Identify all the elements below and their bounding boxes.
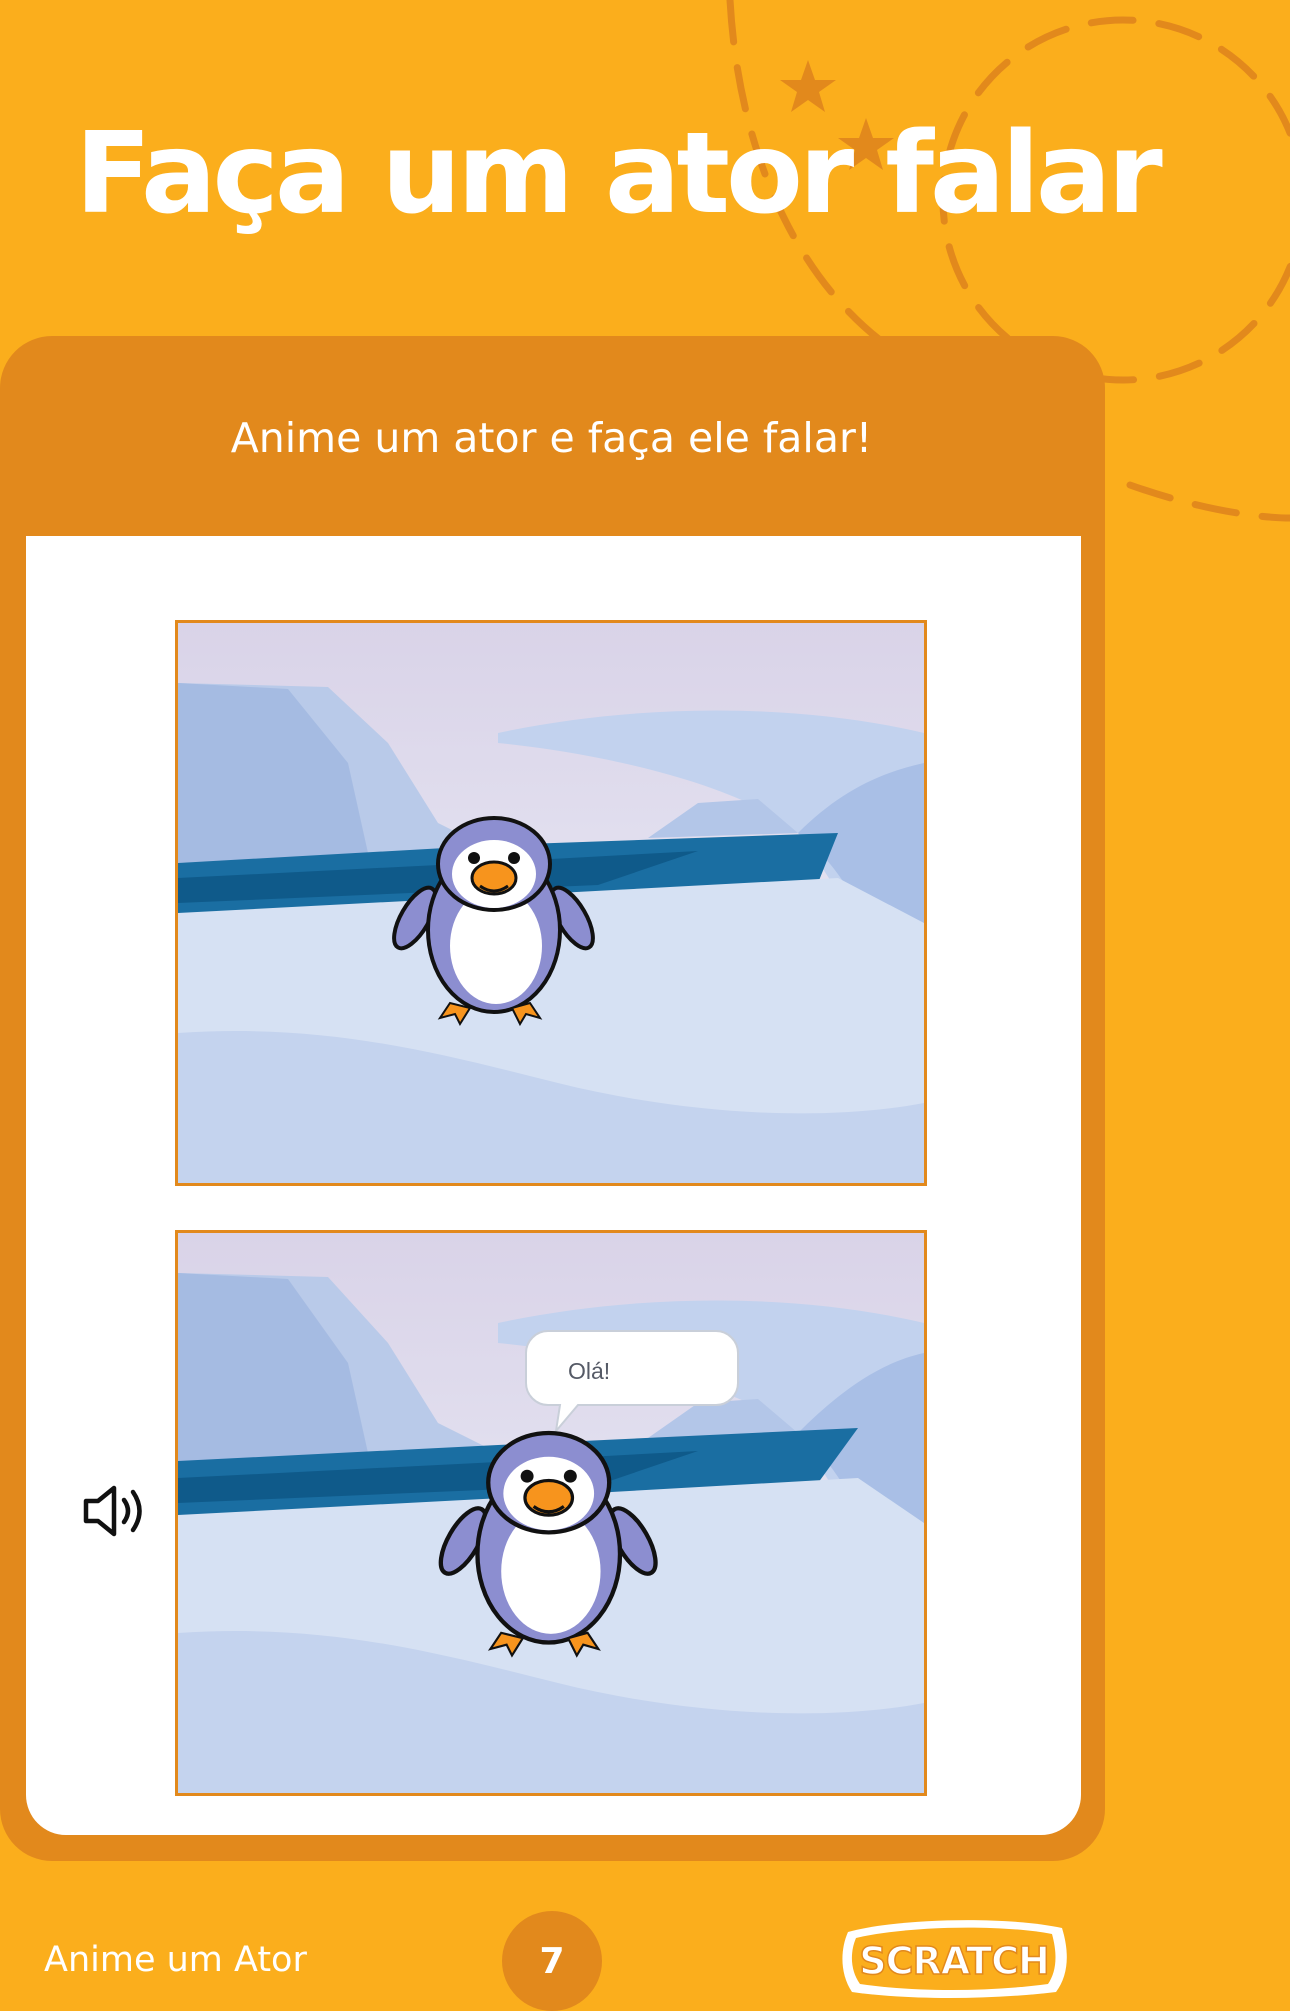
arctic-scene: Olá! xyxy=(178,1233,924,1793)
scratch-logo: SCRATCH xyxy=(842,1920,1067,1998)
card-header: Anime um ator e faça ele falar! xyxy=(0,336,1105,536)
speech-bubble-text: Olá! xyxy=(568,1358,610,1384)
page-number: 7 xyxy=(502,1911,602,2011)
instruction-card: Anime um ator e faça ele falar! Olá! xyxy=(0,336,1105,1861)
arctic-scene xyxy=(178,623,924,1183)
footer-label: Anime um Ator xyxy=(44,1940,307,1980)
speaker-sound-icon xyxy=(83,1485,142,1537)
card-subtitle: Anime um ator e faça ele falar! xyxy=(230,414,873,462)
stage-preview-before xyxy=(175,620,927,1186)
card-body: Olá! xyxy=(26,536,1081,1835)
scratch-logo-wordmark: SCRATCH xyxy=(859,1939,1049,1983)
page-title: Faça um ator falar xyxy=(75,109,1163,239)
stage-preview-after: Olá! xyxy=(175,1230,927,1796)
